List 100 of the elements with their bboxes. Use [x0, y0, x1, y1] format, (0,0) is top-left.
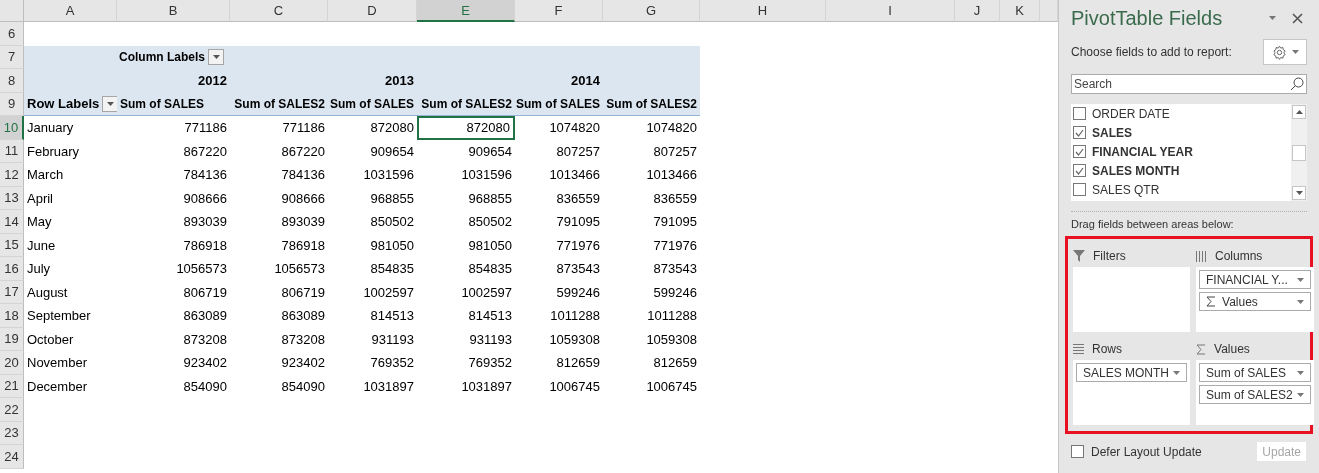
caret-icon [1296, 370, 1304, 375]
row-header[interactable]: 19 [0, 327, 24, 351]
scroll-thumb[interactable] [1292, 144, 1306, 161]
row-label: April [26, 189, 54, 208]
row-header[interactable]: 12 [0, 163, 24, 187]
row-header[interactable]: 13 [0, 186, 24, 210]
column-header[interactable]: F [515, 0, 603, 22]
row-header[interactable]: 16 [0, 257, 24, 281]
table-cell-text: 909654 [369, 142, 415, 161]
row-header[interactable]: 15 [0, 233, 24, 257]
row-header[interactable]: 22 [0, 398, 24, 422]
field-chip[interactable]: Values [1199, 292, 1311, 311]
column-header[interactable]: D [328, 0, 417, 22]
column-header[interactable]: K [1000, 0, 1040, 22]
defer-layout-checkbox[interactable]: Defer Layout Update [1071, 444, 1202, 459]
table-cell-text: 771186 [183, 119, 228, 138]
caret-icon [1296, 277, 1304, 282]
year-header: 2013 [328, 69, 515, 93]
field-label[interactable]: SALES [1092, 125, 1132, 140]
row-header[interactable]: 18 [0, 304, 24, 328]
table-cell-text: 968855 [369, 189, 415, 208]
caret-icon [106, 101, 114, 106]
table-cell-text: 931193 [370, 330, 415, 349]
column-header[interactable]: J [955, 0, 1000, 22]
checkbox[interactable] [1073, 126, 1086, 139]
search-field[interactable]: Search [1071, 74, 1307, 94]
area-title: Values [1214, 342, 1250, 356]
field-chip[interactable]: Sum of SALES [1199, 363, 1311, 382]
scroll-up-button[interactable] [1292, 105, 1306, 119]
table-cell-text: 806719 [280, 283, 326, 302]
table-cell-text: 850502 [369, 213, 415, 232]
field-label[interactable]: ORDER DATE [1092, 106, 1170, 121]
checkbox[interactable] [1073, 164, 1086, 177]
row-header[interactable]: 7 [0, 45, 24, 69]
filter-dropdown-button[interactable] [102, 95, 119, 112]
areas-caption: Drag fields between areas below: [1071, 218, 1235, 230]
drop-area[interactable]: FINANCIAL Y... Values [1196, 267, 1314, 332]
table-cell-text: 854835 [467, 260, 513, 279]
table-cell-text: 814513 [467, 307, 513, 326]
table-cell-text: 863089 [182, 307, 228, 326]
row-header[interactable]: 20 [0, 351, 24, 375]
row-header[interactable]: 17 [0, 280, 24, 304]
checkbox[interactable] [1071, 445, 1084, 458]
table-cell-text: 784136 [182, 166, 228, 185]
column-header[interactable]: H [700, 0, 826, 22]
table-cell-text: 923402 [280, 354, 326, 373]
table-cell-text: 791095 [652, 213, 698, 232]
table-cell-text: 1013466 [548, 166, 601, 185]
column-header[interactable]: C [230, 0, 328, 22]
table-cell-text: 1056573 [175, 260, 228, 279]
area-title: Filters [1093, 249, 1126, 263]
settings-button[interactable] [1263, 39, 1307, 65]
year-header: 2012 [117, 69, 328, 93]
field-label[interactable]: FINANCIAL YEAR [1092, 144, 1193, 159]
checkbox[interactable] [1073, 183, 1086, 196]
field-chip[interactable]: Sum of SALES2 [1199, 385, 1311, 404]
row-header[interactable]: 10 [0, 116, 24, 140]
table-cell-text: 893039 [280, 213, 326, 232]
row-header[interactable]: 21 [0, 374, 24, 398]
table-cell-text: 931193 [468, 330, 513, 349]
column-header[interactable]: B [117, 0, 230, 22]
caret-icon [1295, 110, 1303, 114]
scroll-down-button[interactable] [1292, 186, 1306, 200]
row-header[interactable]: 14 [0, 210, 24, 234]
checkbox[interactable] [1073, 145, 1086, 158]
table-cell-text: 807257 [652, 142, 698, 161]
filter-icon [1073, 250, 1085, 262]
table-cell-text: 1011288 [646, 307, 698, 326]
row-label: August [26, 283, 69, 302]
field-chip[interactable]: FINANCIAL Y... [1199, 270, 1311, 289]
table-cell-text: 872080 [369, 119, 415, 138]
column-header[interactable]: G [603, 0, 700, 22]
drop-area[interactable]: SALES MONTH [1073, 360, 1190, 425]
rows-icon [1073, 344, 1084, 354]
row-header[interactable]: 23 [0, 421, 24, 445]
filter-dropdown-button[interactable] [208, 49, 224, 66]
table-cell-text: 1002597 [460, 283, 513, 302]
row-header[interactable]: 11 [0, 139, 24, 163]
row-header[interactable]: 24 [0, 445, 24, 469]
row-header[interactable]: 8 [0, 69, 24, 93]
table-cell-text: 1006745 [548, 377, 601, 396]
search-icon [1290, 77, 1304, 91]
field-label[interactable]: SALES QTR [1092, 182, 1160, 197]
caret-icon [1296, 392, 1304, 397]
panel-title: PivotTable Fields [1071, 6, 1224, 30]
column-header[interactable]: I [826, 0, 955, 22]
column-labels-caption: Column Labels [119, 50, 205, 65]
drop-area[interactable]: Sum of SALES Sum of SALES2 [1196, 360, 1314, 425]
caret-icon [1291, 50, 1299, 54]
column-header[interactable]: E [417, 0, 515, 22]
table-cell-text: 791095 [555, 213, 601, 232]
field-chip[interactable]: SALES MONTH [1076, 363, 1187, 382]
field-label[interactable]: SALES MONTH [1092, 163, 1180, 178]
column-header[interactable]: A [24, 0, 117, 22]
check-icon [1075, 147, 1084, 156]
row-header[interactable]: 6 [0, 22, 24, 46]
scrollbar[interactable] [1291, 104, 1307, 201]
table-cell-text: 1031897 [362, 377, 415, 396]
row-header[interactable]: 9 [0, 92, 24, 116]
checkbox[interactable] [1073, 107, 1086, 120]
